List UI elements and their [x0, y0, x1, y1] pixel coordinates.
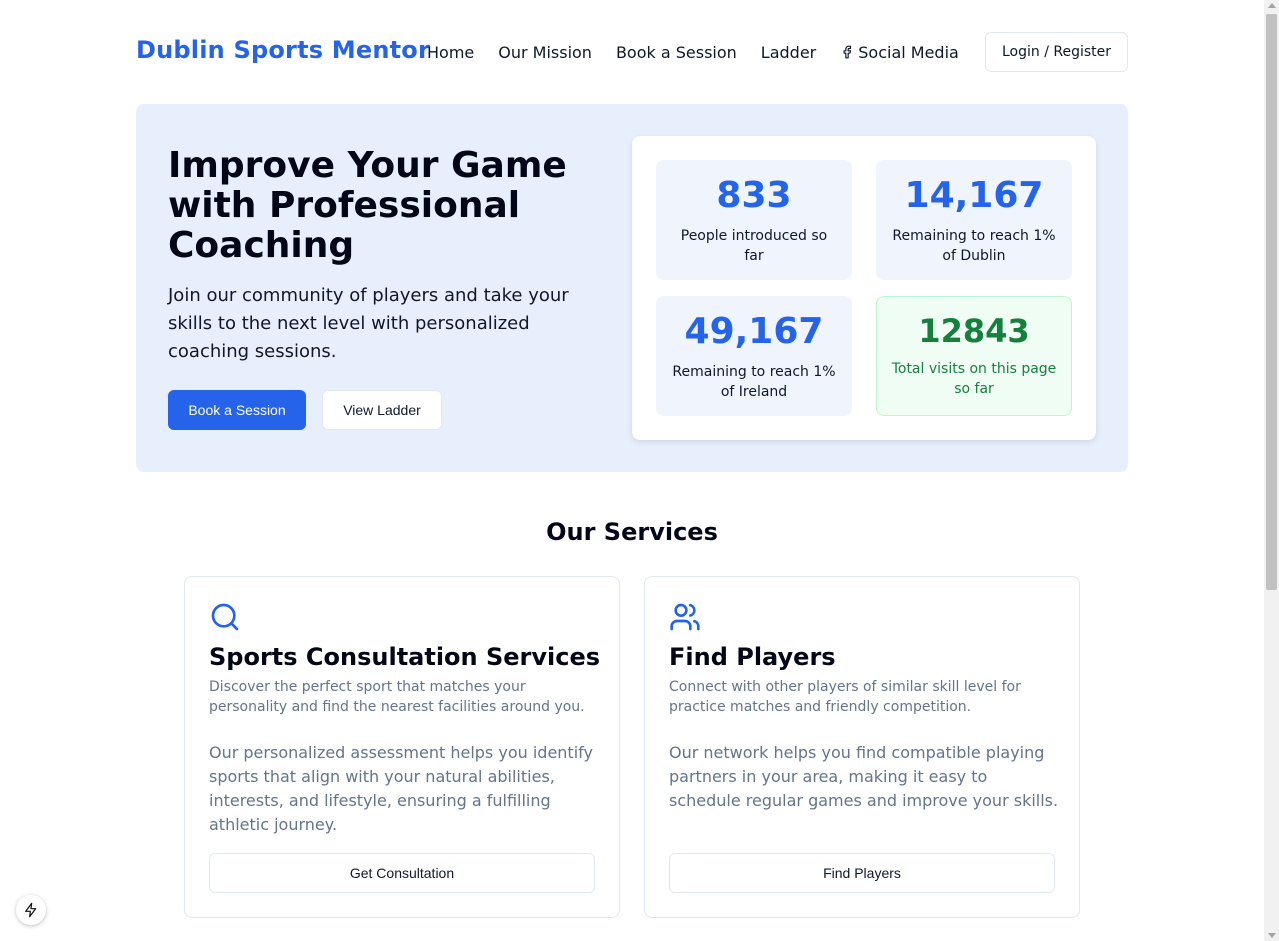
users-icon	[670, 603, 700, 631]
service-description: Connect with other players of similar sk…	[669, 679, 1021, 715]
hero-title: Improve Your Game with Professional Coac…	[168, 145, 567, 266]
nav-social-media-label: Social Media	[858, 42, 959, 62]
stat-remaining-ireland: 49,167 Remaining to reach 1% of Ireland	[656, 296, 852, 416]
stat-value: 12843	[918, 312, 1030, 350]
stat-value: 833	[716, 175, 792, 216]
stat-total-visits: 12843 Total visits on this page so far	[876, 296, 1072, 416]
nav-book-session[interactable]: Book a Session	[616, 43, 737, 62]
get-consultation-button[interactable]: Get Consultation	[209, 853, 595, 893]
book-session-button[interactable]: Book a Session	[168, 390, 306, 430]
nav-ladder[interactable]: Ladder	[761, 43, 816, 62]
stats-card: 833 People introduced so far 14,167 Rema…	[632, 136, 1096, 440]
brand-logo[interactable]: Dublin Sports Mentor	[136, 36, 430, 64]
service-card-consultation: Sports Consultation Services Discover th…	[184, 576, 620, 918]
service-title: Find Players	[669, 643, 836, 671]
hero-section: Improve Your Game with Professional Coac…	[136, 104, 1128, 472]
service-title: Sports Consultation Services	[209, 643, 601, 671]
stat-remaining-dublin: 14,167 Remaining to reach 1% of Dublin	[876, 160, 1072, 280]
scroll-down-arrow-icon[interactable]	[1268, 933, 1276, 938]
service-description: Discover the perfect sport that matches …	[209, 679, 585, 715]
stat-label: Remaining to reach 1% of Ireland	[672, 364, 836, 400]
vertical-scrollbar[interactable]	[1264, 0, 1279, 941]
view-ladder-button[interactable]: View Ladder	[322, 390, 442, 430]
nav-our-mission[interactable]: Our Mission	[498, 43, 592, 62]
scrollbar-thumb[interactable]	[1266, 14, 1277, 590]
scroll-up-arrow-icon[interactable]	[1268, 3, 1276, 8]
dev-tools-badge[interactable]	[16, 895, 46, 925]
services-heading: Our Services	[546, 518, 718, 546]
stat-value: 49,167	[684, 311, 824, 352]
stat-label: Remaining to reach 1% of Dublin	[892, 228, 1056, 264]
main-nav: Home Our Mission Book a Session Ladder S…	[427, 32, 959, 72]
hero-subtitle: Join our community of players and take y…	[168, 285, 569, 362]
nav-social-media[interactable]: Social Media	[840, 43, 959, 62]
stat-label: People introduced so far	[680, 228, 828, 264]
lightning-icon	[25, 902, 37, 918]
stat-value: 14,167	[904, 175, 1044, 216]
facebook-icon	[843, 45, 852, 59]
stat-people-introduced: 833 People introduced so far	[656, 160, 852, 280]
site-header: Dublin Sports Mentor Home Our Mission Bo…	[136, 32, 1128, 72]
stat-label: Total visits on this page so far	[891, 361, 1057, 397]
service-body: Our personalized assessment helps you id…	[209, 743, 593, 834]
search-icon	[211, 603, 239, 631]
login-register-button[interactable]: Login / Register	[985, 32, 1128, 72]
nav-home[interactable]: Home	[427, 43, 474, 62]
service-body: Our network helps you find compatible pl…	[669, 743, 1059, 810]
find-players-button[interactable]: Find Players	[669, 853, 1055, 893]
service-card-find-players: Find Players Connect with other players …	[644, 576, 1080, 918]
